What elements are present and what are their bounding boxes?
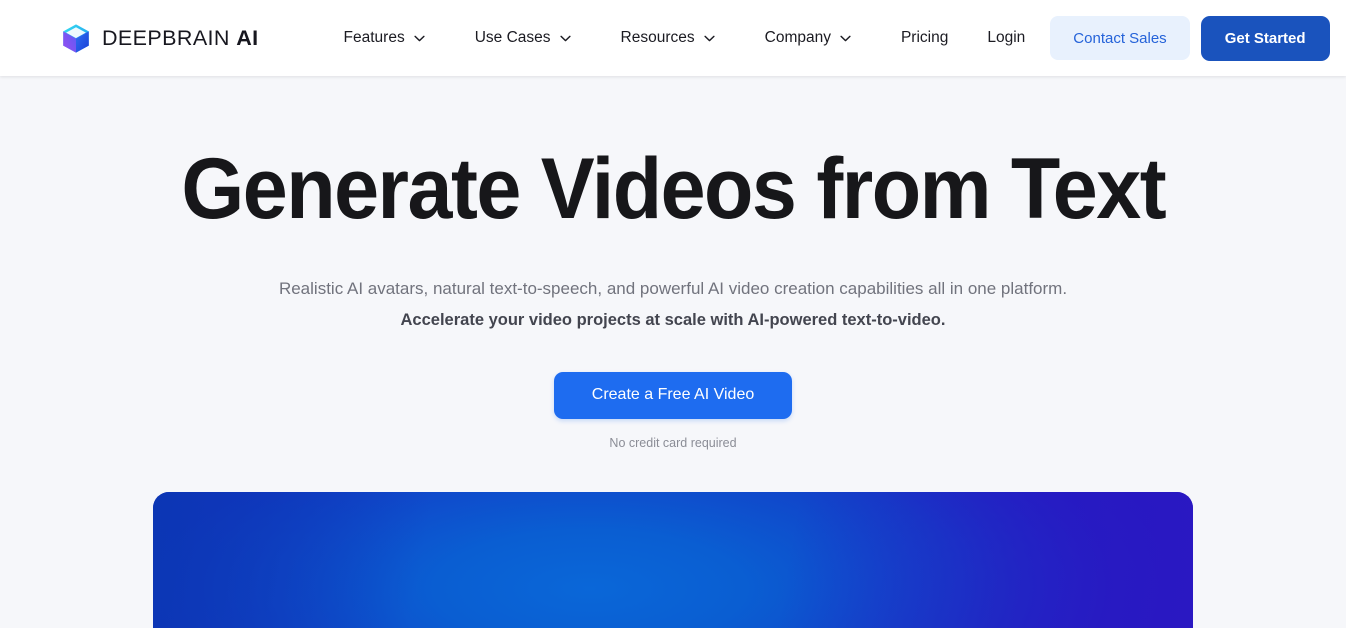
- login-link[interactable]: Login: [973, 21, 1039, 55]
- hero-subtitle-line1: Realistic AI avatars, natural text-to-sp…: [278, 278, 1068, 298]
- chevron-down-icon: [559, 35, 571, 41]
- nav-item-pricing[interactable]: Pricing: [876, 21, 973, 55]
- nav-item-label: Resources: [620, 29, 695, 46]
- nav-item-label: Company: [764, 29, 831, 46]
- brand-name-bold: AI: [236, 25, 259, 50]
- site-header: DEEPBRAIN AI Features Use Cases Resource…: [0, 0, 1346, 76]
- get-started-button[interactable]: Get Started: [1200, 15, 1330, 61]
- chevron-down-icon: [840, 35, 851, 41]
- nav-item-label: Features: [343, 29, 405, 46]
- purple-blob-decoration: [153, 560, 327, 628]
- hero-subtitle: Realistic AI avatars, natural text-to-sp…: [279, 276, 1067, 334]
- nav-item-label: Pricing: [900, 29, 949, 46]
- nav-item-use-cases[interactable]: Use Cases: [450, 21, 596, 55]
- create-free-ai-video-button[interactable]: Create a Free AI Video: [553, 371, 793, 419]
- brand-name-light: DEEPBRAIN: [102, 25, 230, 50]
- nav-item-resources[interactable]: Resources: [596, 21, 740, 55]
- header-actions: Login Contact Sales Get Started: [973, 15, 1330, 61]
- page-title: Generate Videos from Text: [181, 141, 1166, 237]
- chevron-down-icon: [704, 35, 715, 41]
- brand-name: DEEPBRAIN AI: [102, 26, 259, 51]
- deepbrain-cube-logo-icon: [63, 23, 89, 53]
- cta-note: No credit card required: [609, 435, 737, 450]
- hero-cta-group: Create a Free AI Video No credit card re…: [553, 371, 793, 450]
- nav-item-company[interactable]: Company: [740, 21, 876, 55]
- nav-item-features[interactable]: Features: [319, 21, 450, 55]
- hero-video-banner[interactable]: [153, 491, 1193, 628]
- brand-logo-link[interactable]: DEEPBRAIN AI: [61, 23, 259, 54]
- contact-sales-button[interactable]: Contact Sales: [1050, 16, 1190, 60]
- chevron-down-icon: [414, 35, 425, 41]
- hero-section: Generate Videos from Text Realistic AI a…: [0, 76, 1346, 628]
- hero-subtitle-line2: Accelerate your video projects at scale …: [400, 311, 946, 330]
- nav-item-label: Use Cases: [474, 29, 551, 46]
- main-navigation: Features Use Cases Resources Company Pri: [319, 21, 974, 55]
